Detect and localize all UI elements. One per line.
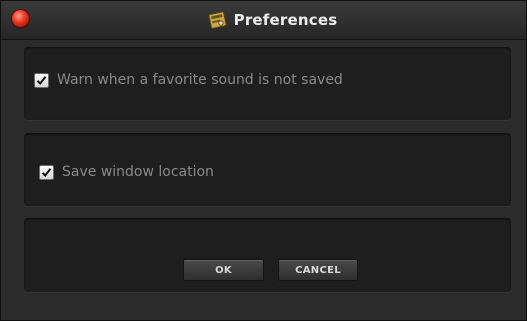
warn-unsaved-favorite-checkbox[interactable] (34, 72, 49, 88)
cancel-button[interactable]: CANCEL (278, 259, 358, 281)
checkmark-icon (41, 167, 52, 177)
window-title: Preferences (233, 11, 338, 29)
button-panel (24, 218, 511, 292)
save-window-location-label: Save window location (62, 164, 214, 180)
preferences-window: Preferences Warn when a favorite sound i… (0, 0, 527, 321)
warn-unsaved-favorite-label: Warn when a favorite sound is not saved (57, 72, 343, 88)
save-window-location-checkbox[interactable] (39, 164, 54, 180)
checkmark-icon (36, 75, 47, 85)
title-wrap: Preferences (1, 1, 526, 39)
warn-unsaved-favorite-option[interactable]: Warn when a favorite sound is not saved (34, 72, 343, 88)
save-window-location-option[interactable]: Save window location (39, 164, 214, 180)
preferences-app-icon (208, 9, 228, 31)
ok-button[interactable]: OK (183, 259, 264, 281)
title-bar[interactable]: Preferences (1, 1, 526, 40)
